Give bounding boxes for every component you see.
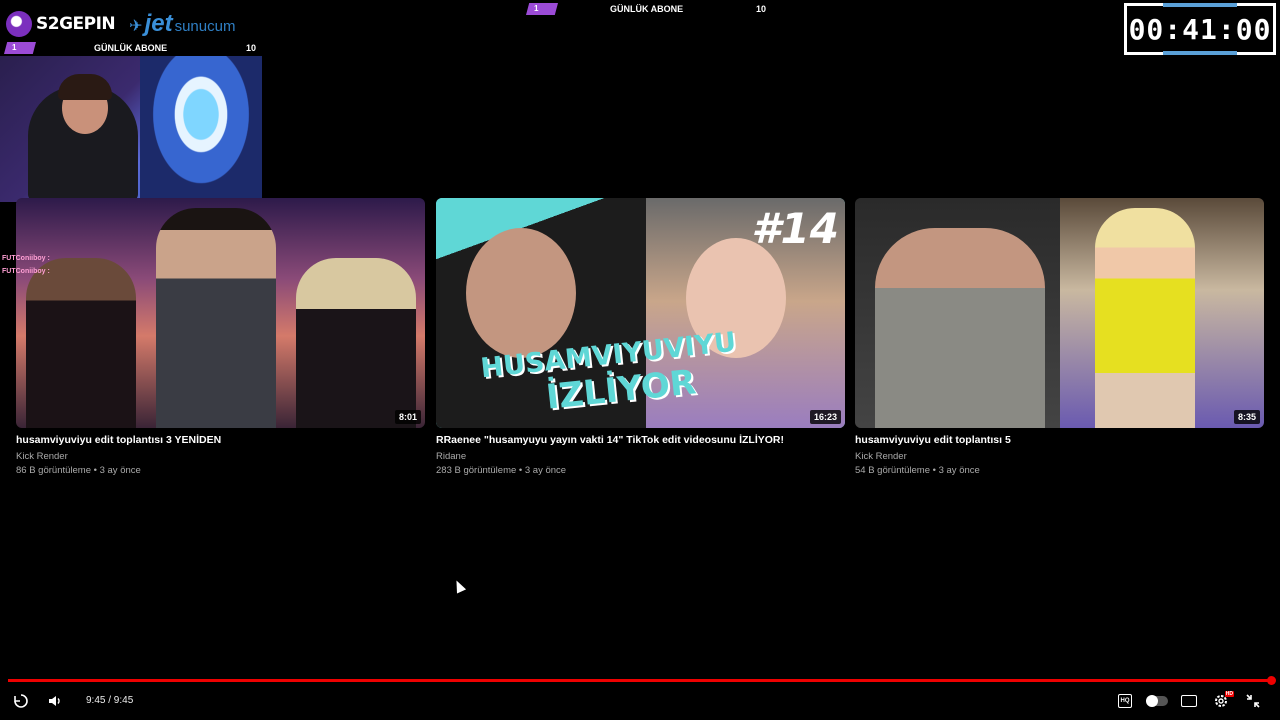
video-card[interactable]: 8:01 husamviyuviyu edit toplantısı 3 YEN… bbox=[16, 198, 425, 476]
sunucum-text: sunucum bbox=[174, 18, 236, 35]
thumb-figure bbox=[296, 258, 416, 428]
streamer-webcam bbox=[0, 56, 262, 202]
video-channel[interactable]: Kick Render bbox=[16, 451, 425, 462]
abone-label: GÜNLÜK ABONE bbox=[94, 43, 168, 53]
video-thumbnail[interactable]: 8:35 bbox=[855, 198, 1264, 428]
time-display: 9:45 / 9:45 bbox=[86, 695, 134, 706]
exit-fullscreen-icon bbox=[1246, 694, 1260, 708]
subtitles-icon bbox=[1181, 695, 1197, 707]
video-meta: 283 B görüntüleme • 3 ay önce bbox=[436, 465, 567, 476]
exit-fullscreen-button[interactable] bbox=[1242, 690, 1264, 712]
hq-icon: HQ bbox=[1118, 694, 1132, 708]
thumb-figure bbox=[1095, 208, 1195, 428]
streamer-hair bbox=[58, 74, 112, 100]
abone-count: 10 bbox=[245, 43, 256, 53]
abone-count: 10 bbox=[755, 4, 766, 14]
video-duration: 16:23 bbox=[809, 410, 841, 424]
quality-hq-button[interactable]: HQ bbox=[1114, 690, 1136, 712]
video-meta: 86 B görüntüleme • 3 ay önce bbox=[16, 465, 141, 476]
video-channel[interactable]: Kick Render bbox=[855, 451, 1264, 462]
video-thumbnail[interactable]: #14 HUSAMVIYUVIYU İZLİYOR 16:23 bbox=[436, 198, 845, 428]
jetsunucum-logo: ✈ jet sunucum bbox=[129, 10, 235, 38]
volume-button[interactable] bbox=[44, 690, 66, 712]
thumb-face bbox=[466, 228, 576, 358]
settings-button[interactable]: HD bbox=[1210, 690, 1234, 712]
thumb-figure bbox=[156, 208, 276, 428]
s2gepin-text: S2GEPIN bbox=[36, 14, 116, 34]
video-meta: 54 B görüntüleme • 3 ay önce bbox=[855, 465, 980, 476]
autoplay-toggle[interactable] bbox=[1146, 690, 1168, 712]
video-channel[interactable]: Ridane bbox=[436, 451, 845, 462]
abone-label: GÜNLÜK ABONE bbox=[610, 4, 684, 14]
s2gepin-logo: S2GEPIN bbox=[6, 11, 116, 37]
autoplay-toggle-icon bbox=[1146, 695, 1168, 707]
daily-subscriber-bar-center: 1 GÜNLÜK ABONE 10 bbox=[526, 3, 766, 15]
abone-rank: 1 bbox=[4, 42, 36, 54]
chat-line: FUTConiiboy : bbox=[2, 268, 50, 275]
stream-timer: 00:41:00 bbox=[1124, 3, 1276, 55]
replay-icon bbox=[14, 694, 28, 708]
abone-rank: 1 bbox=[526, 3, 558, 15]
cat-artwork bbox=[140, 56, 262, 202]
thumb-figure bbox=[875, 228, 1045, 428]
sponsor-logos: S2GEPIN ✈ jet sunucum bbox=[6, 8, 235, 40]
timer-text: 00:41:00 bbox=[1128, 12, 1272, 46]
volume-icon bbox=[49, 696, 60, 706]
thumb-figure bbox=[26, 258, 136, 428]
hd-badge: HD bbox=[1224, 691, 1234, 697]
mouse-cursor-icon bbox=[451, 578, 467, 594]
video-duration: 8:01 bbox=[394, 410, 421, 424]
video-card[interactable]: 8:35 husamviyuviyu edit toplantısı 5 Kic… bbox=[855, 198, 1264, 476]
chat-line: FUTConiiboy : bbox=[2, 255, 50, 262]
video-title[interactable]: RRaenee "husamyuyu yayın vakti 14" TikTo… bbox=[436, 434, 845, 446]
progress-bar[interactable] bbox=[8, 676, 1276, 685]
video-title[interactable]: husamviyuviyu edit toplantısı 5 bbox=[855, 434, 1264, 446]
progress-scrubber[interactable] bbox=[1267, 676, 1276, 685]
video-thumbnail[interactable]: 8:01 bbox=[16, 198, 425, 428]
daily-subscriber-bar: 1 GÜNLÜK ABONE 10 bbox=[4, 42, 256, 54]
plane-icon: ✈ bbox=[129, 18, 143, 35]
video-card[interactable]: #14 HUSAMVIYUVIYU İZLİYOR 16:23 RRaenee … bbox=[436, 198, 845, 476]
video-title[interactable]: husamviyuviyu edit toplantısı 3 YENİDEN bbox=[16, 434, 425, 446]
subtitles-button[interactable] bbox=[1178, 690, 1200, 712]
video-duration: 8:35 bbox=[1233, 410, 1260, 424]
jet-text: jet bbox=[144, 10, 173, 37]
thumb-episode-number: #14 bbox=[751, 204, 839, 253]
replay-button[interactable] bbox=[10, 690, 32, 712]
s2gepin-mark-icon bbox=[6, 11, 32, 37]
